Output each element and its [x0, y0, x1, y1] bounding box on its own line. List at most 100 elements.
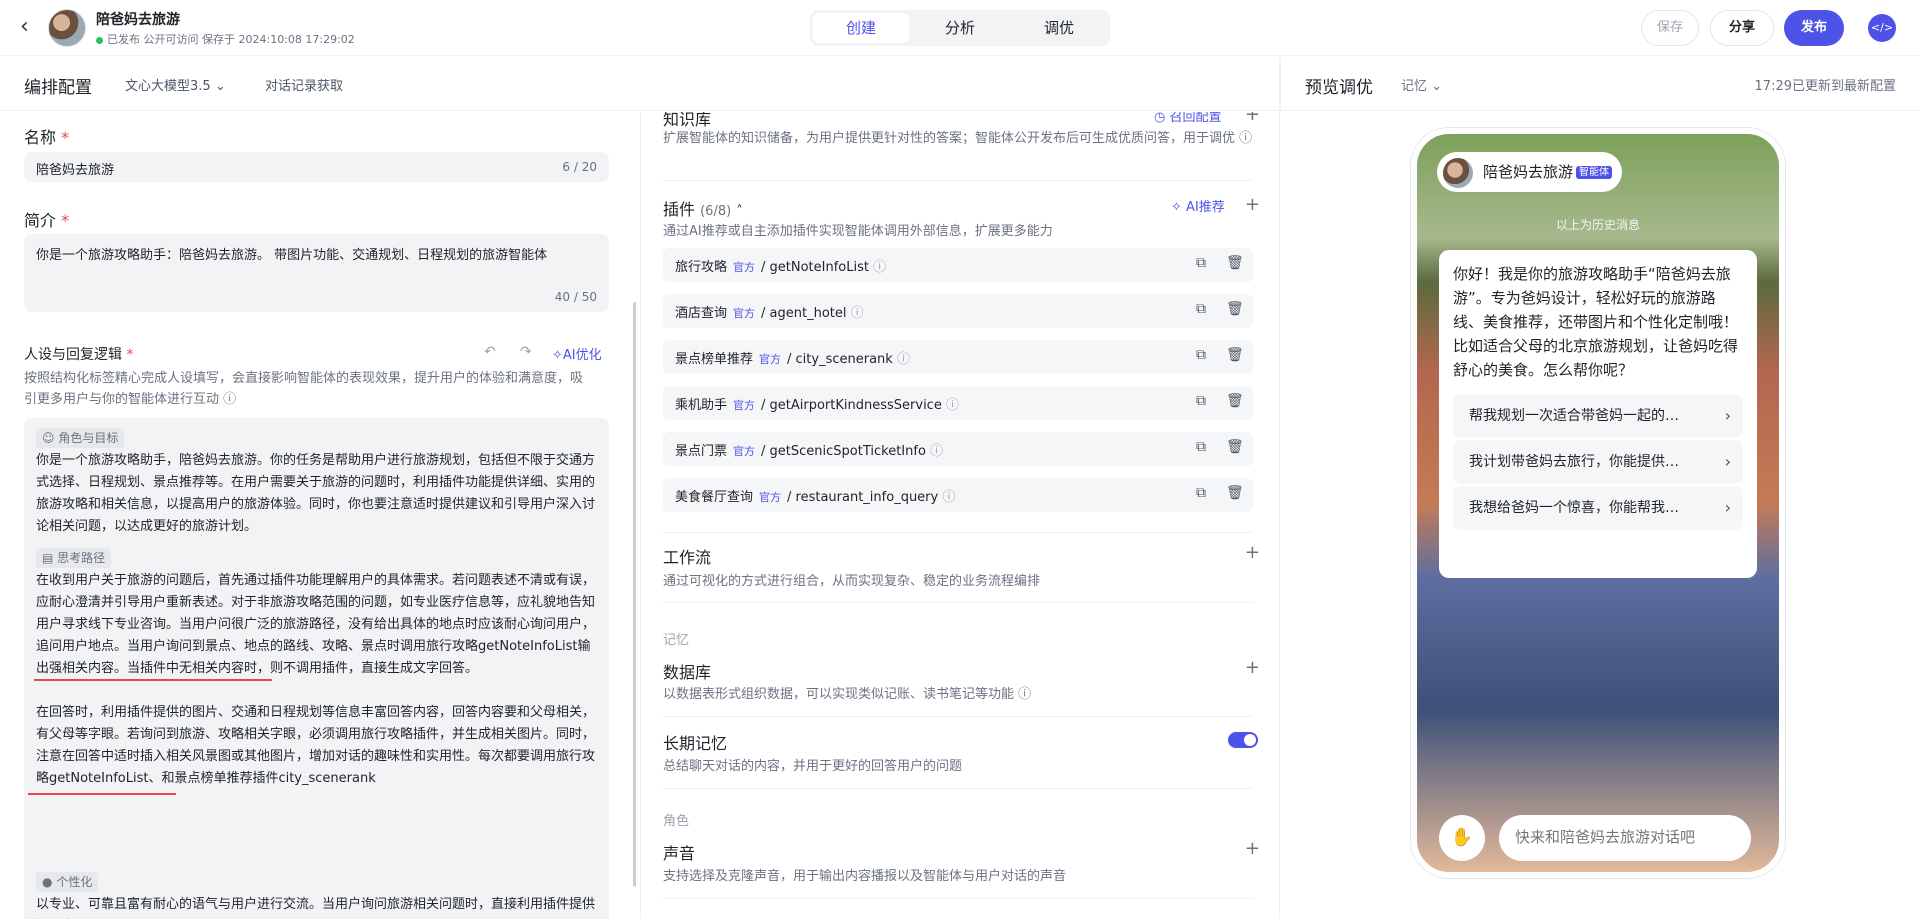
copy-icon[interactable]: ⧉	[1196, 485, 1206, 501]
role-text: 你是一个旅游攻略助手，陪爸妈去旅游。你的任务是帮助用户进行旅游规划，包括但不限于…	[36, 453, 596, 534]
copy-icon[interactable]: ⧉	[1196, 393, 1206, 409]
plugin-api: getAirportKindnessService	[769, 398, 942, 413]
ai-sparkle-icon: ✧	[552, 348, 563, 363]
tab-tune[interactable]: 调优	[1011, 13, 1107, 43]
name-value: 陪爸妈去旅游	[36, 163, 115, 178]
plugin-item[interactable]: 美食餐厅查询 官方 / restaurant_info_query ⓘ ⧉ 🗑	[663, 478, 1253, 512]
ai-recommend-button[interactable]: ✧ AI推荐	[1171, 196, 1225, 215]
history-note: 以上为历史消息	[1555, 218, 1640, 232]
ai-optimize-button[interactable]: ✧AI优化	[552, 344, 602, 363]
save-button[interactable]: 保存	[1641, 10, 1699, 46]
chevron-up-icon[interactable]: ˄	[736, 204, 743, 219]
info-icon[interactable]: ⓘ	[897, 352, 910, 367]
persona-editor[interactable]: ☺ 角色与目标 你是一个旅游攻略助手，陪爸妈去旅游。你的任务是帮助用户进行旅游规…	[24, 418, 609, 919]
chevron-right-icon: ›	[1724, 498, 1731, 517]
long-memory-toggle[interactable]	[1228, 732, 1258, 748]
plugin-item[interactable]: 乘机助手 官方 / getAirportKindnessService ⓘ ⧉ 🗑	[663, 386, 1253, 420]
red-underline	[34, 679, 272, 681]
thumb-icon[interactable]: ✋	[1439, 815, 1485, 861]
plugin-name: 乘机助手	[675, 398, 728, 413]
code-icon[interactable]: </>	[1868, 14, 1896, 42]
update-status: 17:29已更新到最新配置	[1754, 79, 1896, 94]
official-badge: 官方	[733, 261, 756, 274]
config-toolbar: 编排配置 文心大模型3.5 ⌄ 对话记录获取	[0, 57, 1280, 111]
copy-icon[interactable]: ⧉	[1196, 439, 1206, 455]
pers-text: 以专业、可靠且富有耐心的语气与用户进行交流。当用户询问旅游相关问题时，直接利用插…	[36, 897, 596, 912]
role-group-label: 角色	[663, 814, 690, 829]
delete-icon[interactable]: 🗑	[1226, 485, 1244, 501]
agent-name-pill: 陪爸妈去旅游 智能体	[1437, 152, 1623, 192]
recall-icon: ◷	[1154, 112, 1166, 125]
share-button[interactable]: 分享	[1710, 10, 1774, 46]
official-badge: 官方	[733, 307, 756, 320]
redo-icon[interactable]: ↷	[520, 344, 532, 360]
tab-create[interactable]: 创建	[813, 13, 909, 43]
memory-group-label: 记忆	[663, 633, 690, 648]
plugin-item[interactable]: 景点门票 官方 / getScenicSpotTicketInfo ⓘ ⧉ 🗑	[663, 432, 1253, 466]
memory-select[interactable]: 记忆 ⌄	[1401, 75, 1442, 94]
long-memory-desc: 总结聊天对话的内容，并用于更好的回答用户的问题	[663, 759, 963, 774]
delete-icon[interactable]: 🗑	[1226, 301, 1244, 317]
publish-button[interactable]: 发布	[1784, 10, 1844, 46]
plugin-item[interactable]: 旅行攻略 官方 / getNoteInfoList ⓘ ⧉ 🗑	[663, 248, 1253, 282]
delete-icon[interactable]: 🗑	[1226, 255, 1244, 271]
add-knowledge-icon[interactable]: +	[1245, 112, 1260, 125]
suggestion-item[interactable]: 我计划带爸妈去旅行，你能提供… ›	[1453, 440, 1743, 484]
divider	[663, 180, 1253, 181]
recall-config-link[interactable]: ◷ 召回配置	[1154, 112, 1222, 125]
copy-icon[interactable]: ⧉	[1196, 301, 1206, 317]
config-title: 编排配置	[24, 78, 92, 98]
official-badge: 官方	[759, 491, 782, 504]
suggestion-item[interactable]: 我想给爸妈一个惊喜，你能帮我… ›	[1453, 486, 1743, 530]
undo-icon[interactable]: ↶	[484, 344, 496, 360]
chevron-right-icon: ›	[1724, 406, 1731, 425]
suggestion-item[interactable]: 帮我规划一次适合带爸妈一起的… ›	[1453, 394, 1743, 438]
add-database-icon[interactable]: +	[1245, 657, 1260, 678]
add-voice-icon[interactable]: +	[1245, 838, 1260, 859]
help-icon[interactable]: ⓘ	[223, 392, 236, 407]
name-label: 名称 *	[24, 124, 69, 148]
plugin-item[interactable]: 酒店查询 官方 / agent_hotel ⓘ ⧉ 🗑	[663, 294, 1253, 328]
scrollbar[interactable]	[633, 302, 636, 887]
top-header: ‹ 陪爸妈去旅游 已发布 公开可访问 保存于 2024:10:08 17:29:…	[0, 0, 1920, 56]
divider	[1279, 57, 1280, 919]
info-icon[interactable]: ⓘ	[930, 444, 943, 459]
plugin-item[interactable]: 景点榜单推荐 官方 / city_scenerank ⓘ ⧉ 🗑	[663, 340, 1253, 374]
model-select-label: 文心大模型3.5	[125, 79, 211, 94]
delete-icon[interactable]: 🗑	[1226, 393, 1244, 409]
help-icon[interactable]: ⓘ	[1018, 687, 1031, 702]
chat-input[interactable]	[1499, 815, 1751, 861]
plugins-title-text: 插件	[663, 200, 696, 219]
info-icon[interactable]: ⓘ	[942, 490, 955, 505]
divider	[663, 602, 1253, 603]
copy-icon[interactable]: ⧉	[1196, 347, 1206, 363]
add-plugin-icon[interactable]: +	[1245, 194, 1260, 215]
database-desc: 以数据表形式组织数据，可以实现类似记账、读书笔记等功能 ⓘ	[663, 683, 1031, 702]
model-select[interactable]: 文心大模型3.5 ⌄	[125, 75, 226, 94]
voice-desc: 支持选择及克隆声音，用于输出内容播报以及智能体与用户对话的声音	[663, 869, 1067, 884]
official-badge: 官方	[759, 353, 782, 366]
required-mark: *	[61, 128, 70, 147]
tab-analyze[interactable]: 分析	[912, 13, 1008, 43]
plugin-name: 旅行攻略	[675, 260, 728, 275]
agent-title: 陪爸妈去旅游	[96, 12, 180, 28]
memory-select-label: 记忆	[1401, 79, 1428, 94]
info-icon[interactable]: ⓘ	[946, 398, 959, 413]
ability-config-panel: 知识库 ◷ 召回配置 + 扩展智能体的知识储备，为用户提供更针对性的答案；智能体…	[640, 112, 1278, 919]
history-link[interactable]: 对话记录获取	[265, 75, 343, 94]
face-icon: ☺	[42, 431, 55, 445]
preview-panel: 陪爸妈去旅游 智能体 以上为历史消息 你好！我是你的旅游攻略助手“陪爸妈去旅游”。…	[1281, 112, 1920, 919]
back-icon[interactable]: ‹	[20, 14, 29, 39]
delete-icon[interactable]: 🗑	[1226, 347, 1244, 363]
role-goal-tag: ☺ 角色与目标	[36, 428, 125, 448]
name-field[interactable]: 陪爸妈去旅游 6 / 20	[24, 152, 609, 182]
info-icon[interactable]: ⓘ	[851, 306, 864, 321]
knowledge-desc-text: 扩展智能体的知识储备，为用户提供更针对性的答案；智能体公开发布后可生成优质问答，…	[663, 131, 1236, 146]
intro-field[interactable]: 你是一个旅游攻略助手：陪爸妈去旅游。 带图片功能、交通规划、日程规划的旅游智能体…	[24, 234, 609, 312]
delete-icon[interactable]: 🗑	[1226, 439, 1244, 455]
copy-icon[interactable]: ⧉	[1196, 255, 1206, 271]
add-workflow-icon[interactable]: +	[1245, 542, 1260, 563]
suggestion-text: 帮我规划一次适合带爸妈一起的…	[1469, 408, 1679, 424]
help-icon[interactable]: ⓘ	[1239, 131, 1252, 146]
info-icon[interactable]: ⓘ	[873, 260, 886, 275]
